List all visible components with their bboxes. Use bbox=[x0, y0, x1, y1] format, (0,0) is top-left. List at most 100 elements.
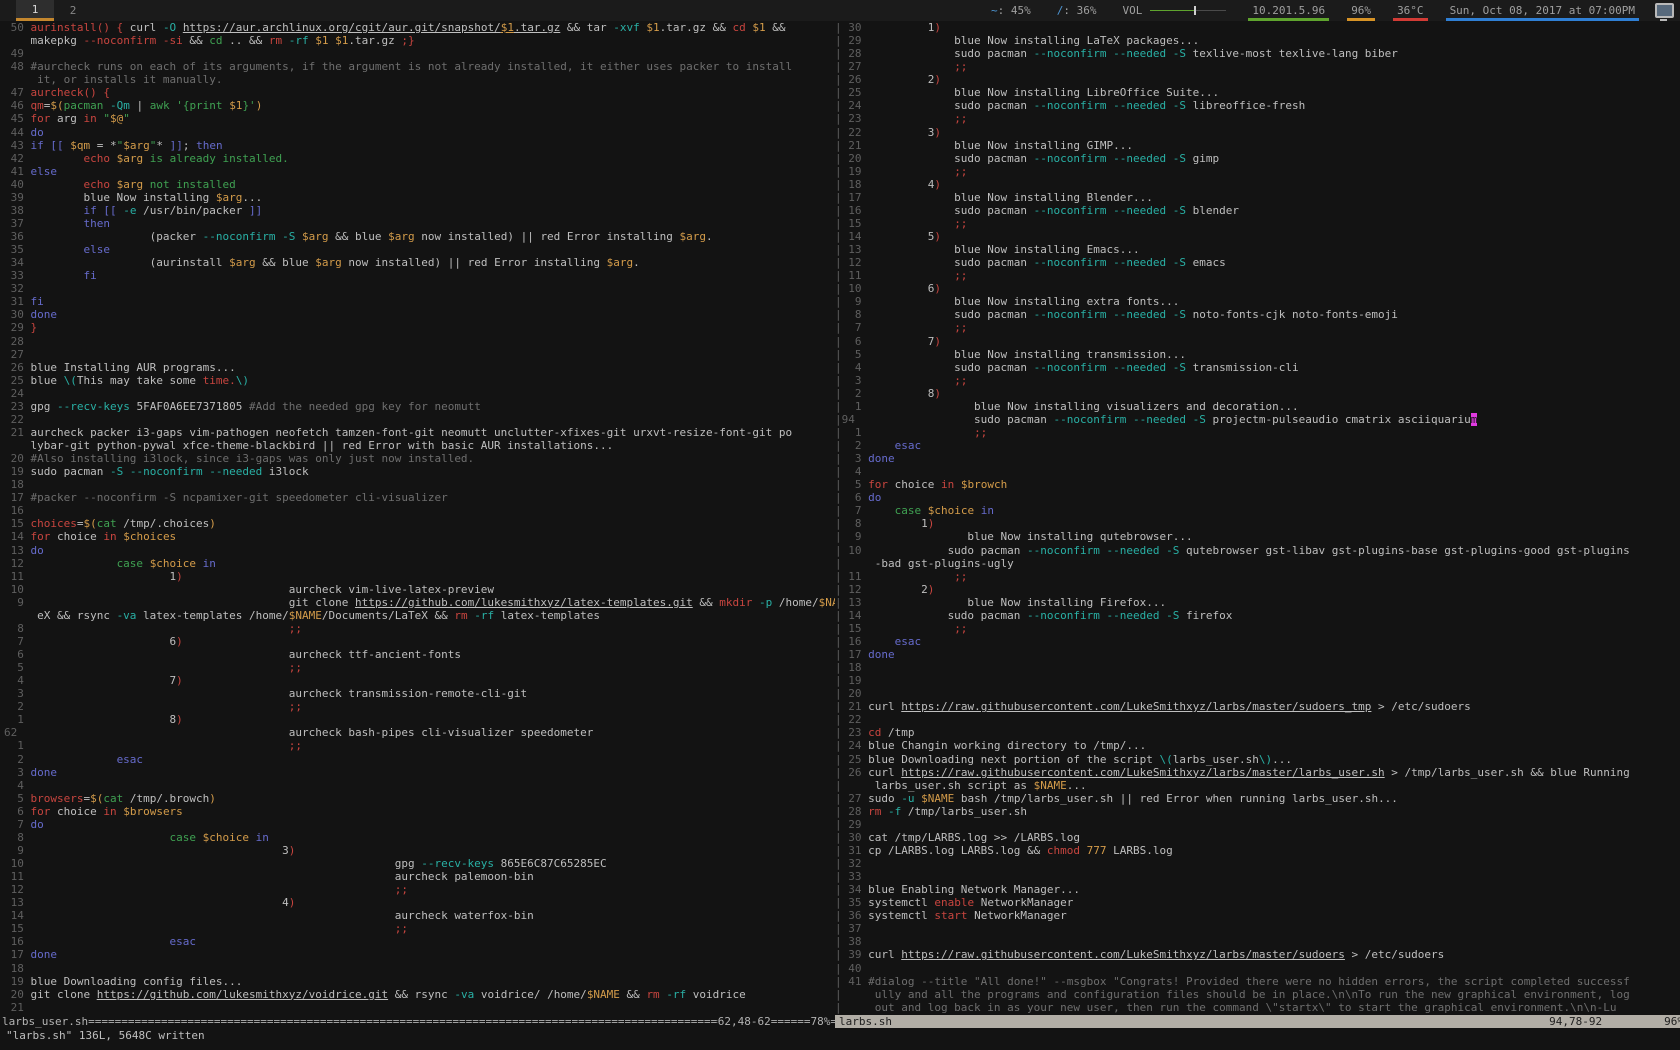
code-token: ;; bbox=[395, 922, 408, 935]
code-row: |7 case $choice in bbox=[835, 504, 1680, 517]
window-separator: | bbox=[835, 282, 842, 295]
code-token: * bbox=[156, 139, 169, 152]
window-separator: | bbox=[835, 962, 842, 975]
systray-display-icon[interactable] bbox=[1655, 3, 1674, 18]
window-separator: | bbox=[835, 674, 842, 687]
code-row: 13 4) bbox=[0, 896, 835, 909]
volume-knob-handle[interactable] bbox=[1194, 6, 1196, 15]
code-token: i3lock bbox=[262, 465, 308, 478]
code-token: 865E6C87C65285EC bbox=[494, 857, 607, 870]
code-token bbox=[30, 831, 169, 844]
line-number: 21 bbox=[842, 700, 868, 713]
code-token: 1 bbox=[868, 517, 928, 530]
code-token: ) bbox=[934, 126, 941, 139]
code-row: |31cp /LARBS.log LARBS.log && chmod 777 … bbox=[835, 844, 1680, 857]
code-token: \) bbox=[236, 374, 249, 387]
code-token: transmission-cli bbox=[1186, 361, 1299, 374]
workspace-1[interactable]: 1 bbox=[16, 0, 54, 21]
code-token: m bbox=[1471, 413, 1478, 426]
window-separator: | bbox=[835, 570, 842, 583]
code-row: |8 sudo pacman --noconfirm --needed -S n… bbox=[835, 308, 1680, 321]
line-number: 6 bbox=[842, 335, 868, 348]
code-row: 29} bbox=[0, 321, 835, 334]
line-number: 16 bbox=[4, 504, 30, 517]
line-number: 14 bbox=[842, 230, 868, 243]
code-token: 8 bbox=[868, 387, 934, 400]
window-separator: | bbox=[835, 753, 842, 766]
code-token: cd bbox=[868, 726, 881, 739]
line-number: 29 bbox=[842, 34, 868, 47]
code-token: now installed) || red Error installing bbox=[342, 256, 607, 269]
code-token: ;; bbox=[954, 374, 967, 387]
workspace-2-label: 2 bbox=[70, 4, 77, 17]
code-token: blue Changin working directory to /tmp/.… bbox=[868, 739, 1146, 752]
code-token: sudo pacman bbox=[868, 361, 1034, 374]
code-token: --noconfirm --needed -S bbox=[1034, 308, 1186, 321]
window-separator: | bbox=[835, 243, 842, 256]
code-token: cd bbox=[209, 34, 222, 47]
line-number: 10 bbox=[4, 857, 30, 870]
code-token: -xvf bbox=[613, 21, 646, 34]
code-token: sudo pacman bbox=[868, 99, 1034, 112]
window-separator: | bbox=[835, 844, 842, 857]
vim-window-larbs-user-sh[interactable]: 50aurinstall() { curl -O https://aur.arc… bbox=[0, 21, 835, 1015]
code-row: |29 blue Now installing LaTeX packages..… bbox=[835, 34, 1680, 47]
code-token: ) bbox=[176, 570, 183, 583]
code-token: sudo pacman bbox=[868, 609, 1027, 622]
code-token: arg bbox=[57, 112, 84, 125]
code-token: && bbox=[766, 21, 786, 34]
window-separator: | bbox=[835, 504, 842, 517]
line-number: 13 bbox=[842, 596, 868, 609]
line-number: 37 bbox=[842, 922, 868, 935]
line-number: 45 bbox=[4, 112, 30, 125]
line-number: 27 bbox=[842, 792, 868, 805]
code-token: in bbox=[103, 530, 123, 543]
window-separator: | bbox=[835, 739, 842, 752]
line-number: 12 bbox=[4, 557, 30, 570]
vim-command-line: "larbs.sh" 136L, 5648C written bbox=[6, 1029, 205, 1042]
code-token: /tmp bbox=[881, 726, 914, 739]
vim-window-larbs-sh[interactable]: |30 1)|29 blue Now installing LaTeX pack… bbox=[835, 21, 1680, 1015]
statusline-right-filename: larbs.sh bbox=[839, 1015, 892, 1028]
code-row: |32 bbox=[835, 857, 1680, 870]
code-token: in bbox=[256, 831, 269, 844]
code-token: $choices bbox=[123, 530, 176, 543]
line-number: 42 bbox=[4, 152, 30, 165]
code-row: 45for arg in "$@" bbox=[0, 112, 835, 125]
line-number: 33 bbox=[842, 870, 868, 883]
window-separator: | bbox=[835, 792, 842, 805]
code-row: |11 ;; bbox=[835, 269, 1680, 282]
code-row: 12 ;; bbox=[0, 883, 835, 896]
code-token: $arg bbox=[607, 256, 634, 269]
code-token: ;; bbox=[974, 426, 987, 439]
window-separator: | bbox=[835, 713, 842, 726]
window-separator: | bbox=[835, 112, 842, 125]
code-token bbox=[868, 60, 954, 73]
line-number: 38 bbox=[4, 204, 30, 217]
code-token: . bbox=[706, 230, 713, 243]
line-number: 5 bbox=[842, 478, 868, 491]
code-token: 6 bbox=[30, 635, 176, 648]
code-row: |9 blue Now installing extra fonts... bbox=[835, 295, 1680, 308]
code-token: 1 bbox=[30, 570, 176, 583]
code-token: then bbox=[83, 217, 110, 230]
workspace-2[interactable]: 2 bbox=[54, 0, 92, 21]
code-token: && blue bbox=[256, 256, 316, 269]
code-row: 31fi bbox=[0, 295, 835, 308]
code-row: |15 ;; bbox=[835, 622, 1680, 635]
code-token: chmod bbox=[1047, 844, 1080, 857]
clock-value: Sun, Oct 08, 2017 at 07:00PM bbox=[1450, 4, 1635, 17]
code-row: |34blue Enabling Network Manager... bbox=[835, 883, 1680, 896]
code-row: lybar-git python-pywal xfce-theme-blackb… bbox=[0, 439, 835, 452]
line-number: 40 bbox=[4, 178, 30, 191]
volume-slider[interactable] bbox=[1150, 6, 1226, 15]
window-separator: | bbox=[835, 948, 842, 961]
code-token: if [[ bbox=[30, 139, 70, 152]
code-row: 62 aurcheck bash-pipes cli-visualizer sp… bbox=[0, 726, 835, 739]
code-token: $( bbox=[50, 99, 63, 112]
code-token: $NAME bbox=[587, 988, 620, 1001]
code-row: 50aurinstall() { curl -O https://aur.arc… bbox=[0, 21, 835, 34]
code-token: choice bbox=[57, 530, 103, 543]
line-number: 10 bbox=[842, 544, 868, 557]
code-token: $qm bbox=[70, 139, 90, 152]
